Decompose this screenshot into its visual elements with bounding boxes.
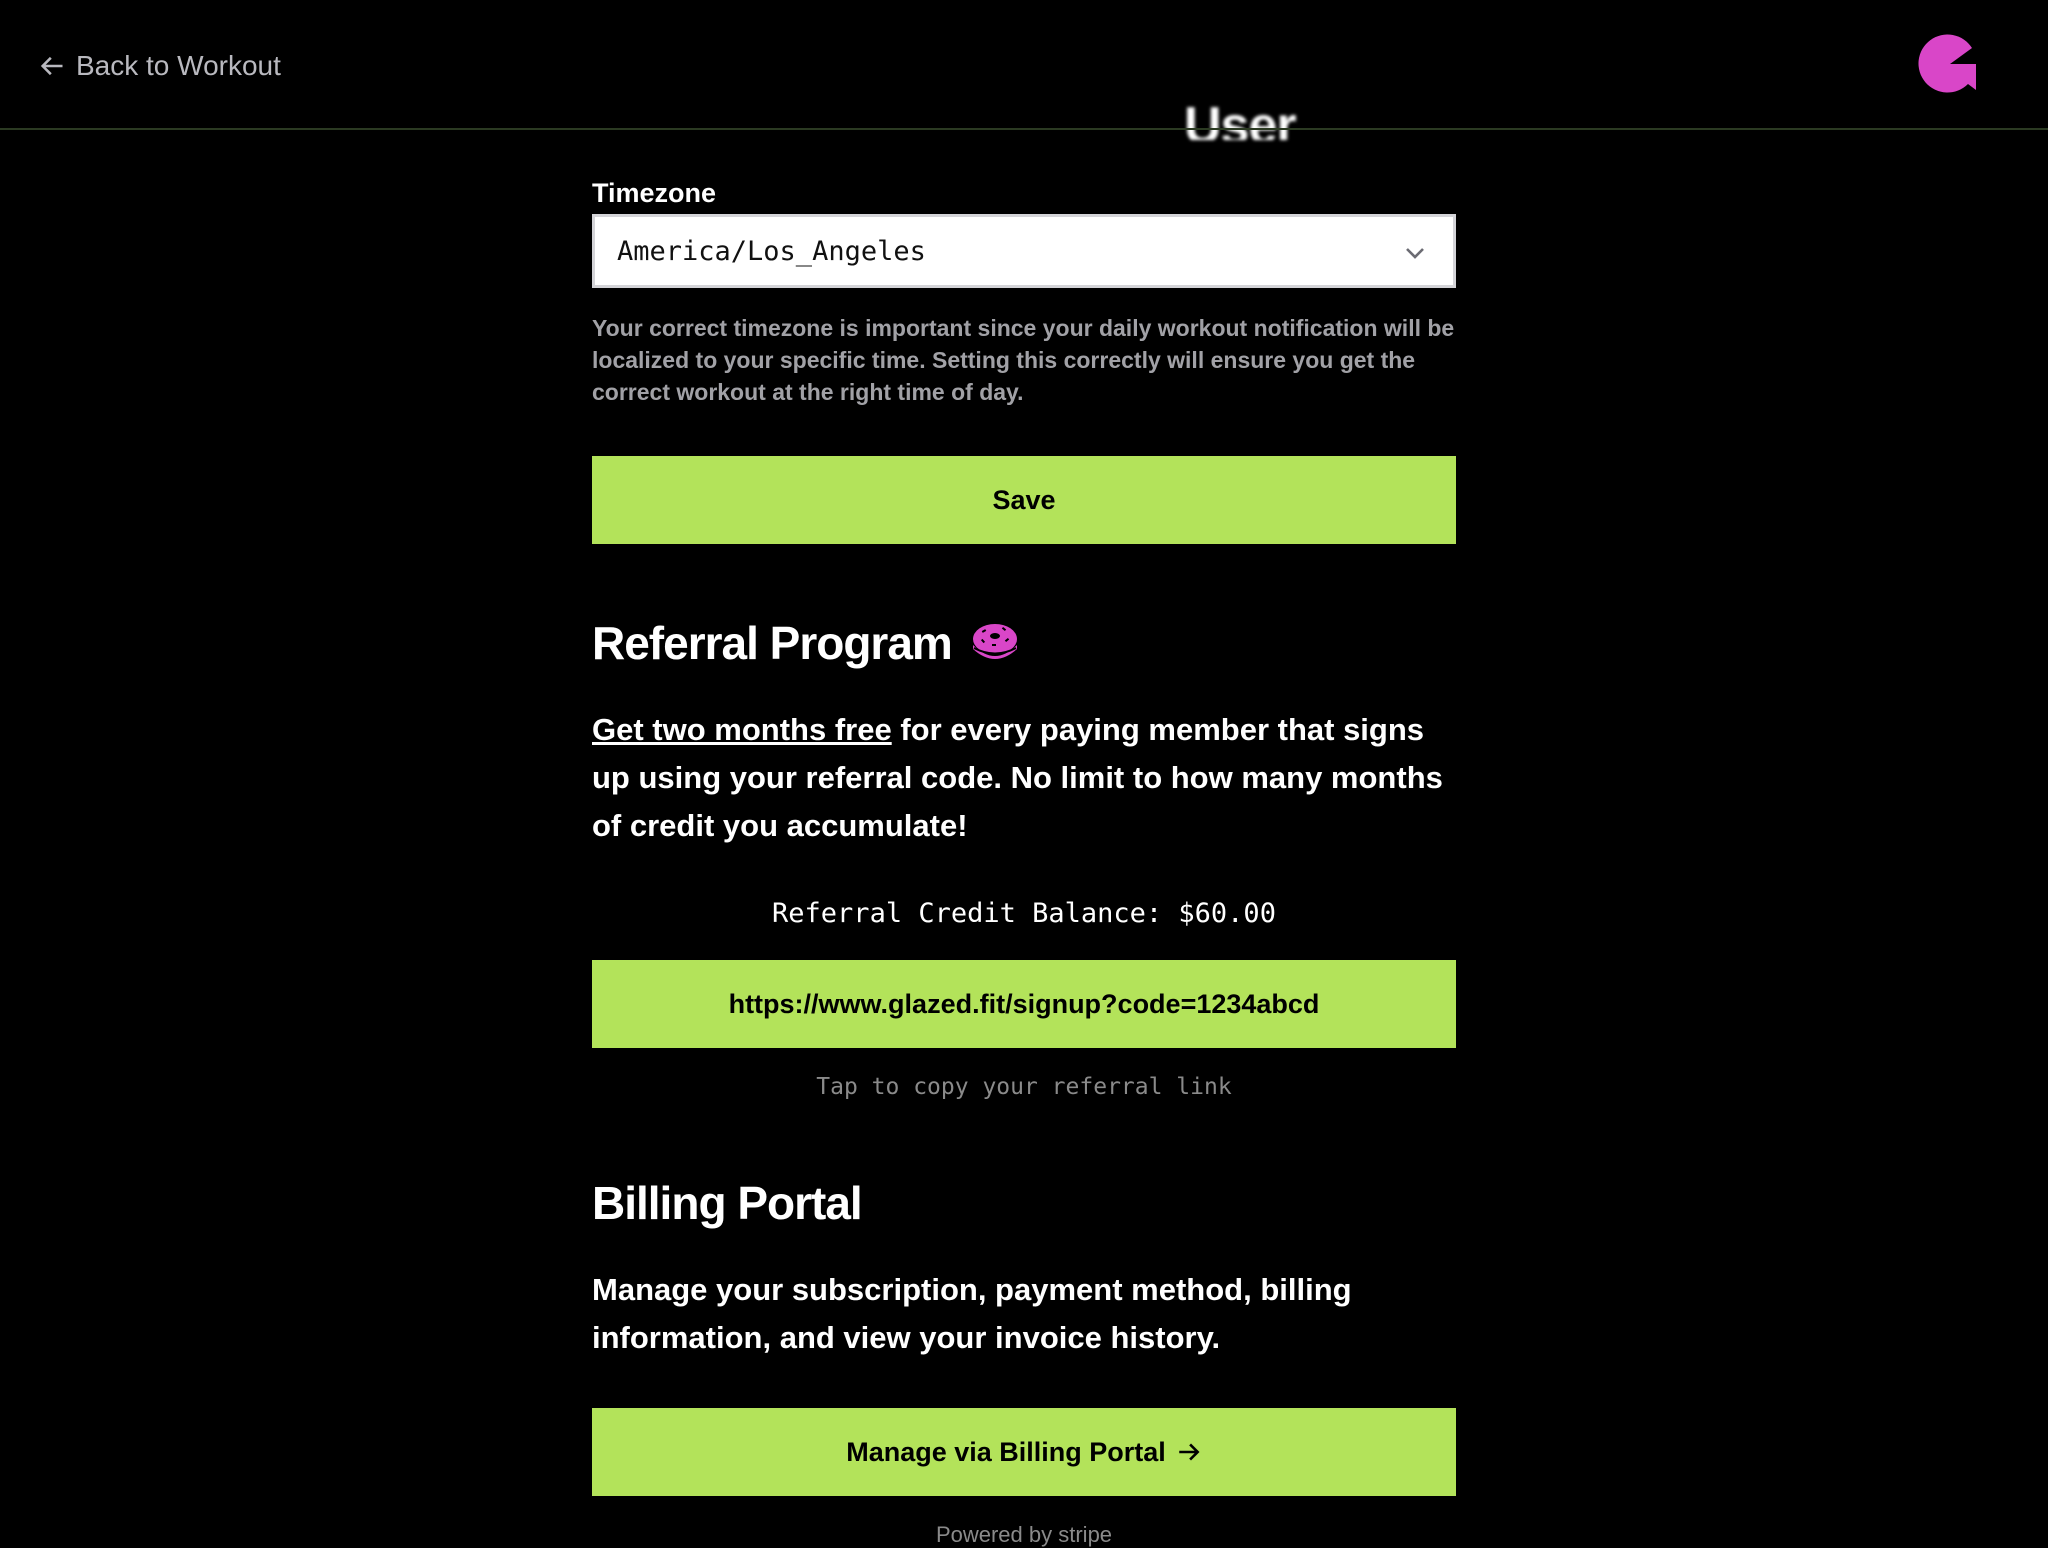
arrow-left-icon bbox=[40, 56, 63, 76]
referral-program-heading: Referral Program bbox=[592, 616, 1020, 670]
timezone-select[interactable]: America/Los_Angeles bbox=[592, 214, 1456, 288]
top-bar: Back to Workout bbox=[0, 0, 2048, 130]
referral-title: Referral Program bbox=[592, 617, 953, 669]
back-to-workout-link[interactable]: Back to Workout bbox=[38, 50, 281, 82]
referral-description: Get two months free for every paying mem… bbox=[592, 706, 1456, 850]
chevron-down-icon bbox=[1406, 248, 1424, 259]
timezone-help-text: Your correct timezone is important since… bbox=[592, 315, 1455, 405]
manage-billing-portal-button[interactable]: Manage via Billing Portal bbox=[592, 1408, 1456, 1496]
billing-description: Manage your subscription, payment method… bbox=[592, 1272, 1352, 1355]
two-months-free-link[interactable]: Get two months free bbox=[592, 712, 892, 747]
manage-billing-label: Manage via Billing Portal bbox=[846, 1436, 1166, 1467]
arrow-right-icon bbox=[1179, 1443, 1200, 1461]
referral-credit-balance: Referral Credit Balance: $60.00 bbox=[772, 898, 1276, 929]
timezone-value: America/Los_Angeles bbox=[617, 235, 926, 267]
timezone-label: Timezone bbox=[592, 178, 717, 208]
tap-to-copy-hint: Tap to copy your referral link bbox=[816, 1074, 1232, 1100]
billing-portal-heading: Billing Portal bbox=[592, 1177, 863, 1229]
copy-referral-link-button[interactable]: https://www.glazed.fit/signup?code=1234a… bbox=[592, 960, 1456, 1048]
back-label: Back to Workout bbox=[76, 50, 281, 81]
save-button[interactable]: Save bbox=[592, 456, 1456, 544]
donut-icon bbox=[972, 624, 1017, 659]
powered-by-stripe: Powered by stripe bbox=[935, 1522, 1113, 1547]
glazed-logo-icon[interactable] bbox=[1916, 34, 1978, 94]
